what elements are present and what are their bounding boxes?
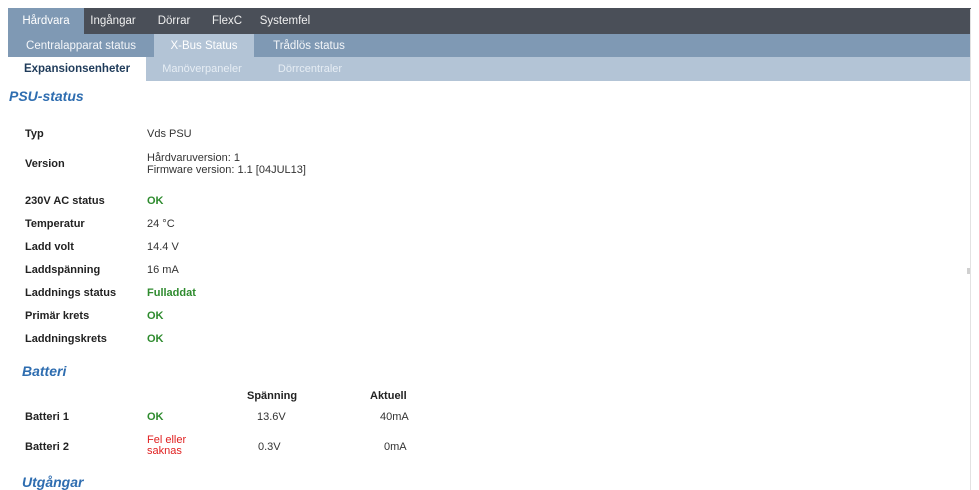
- batteri-1-aktuell: 40mA: [380, 411, 409, 423]
- panel-border: [970, 9, 971, 490]
- tab-dorrar[interactable]: Dörrar: [142, 8, 206, 34]
- second-tab-bar: Centralapparat status X-Bus Status Trådl…: [8, 34, 971, 57]
- laddningskrets-value: OK: [147, 333, 164, 345]
- laddspanning-label: Laddspänning: [25, 264, 101, 276]
- resize-handle[interactable]: [967, 268, 970, 274]
- aktuell-column-header: Aktuell: [370, 390, 407, 402]
- laddnings-status-value: Fulladdat: [147, 287, 196, 299]
- batteri-heading: Batteri: [22, 363, 67, 379]
- version-label: Version: [25, 158, 65, 170]
- batteri-2-status-line2: saknas: [147, 445, 182, 457]
- psu-status-heading: PSU-status: [9, 88, 84, 104]
- temperatur-value: 24 °C: [147, 218, 175, 230]
- batteri-2-label: Batteri 2: [25, 441, 70, 453]
- batteri-1-spanning: 13.6V: [257, 411, 286, 423]
- spanning-column-header: Spänning: [247, 390, 298, 402]
- tab-centralapparat-status[interactable]: Centralapparat status: [8, 34, 154, 57]
- typ-value: Vds PSU: [147, 128, 192, 140]
- tab-manoverpaneler[interactable]: Manöverpaneler: [146, 57, 258, 81]
- laddningskrets-label: Laddningskrets: [25, 333, 107, 345]
- third-tab-bar: Expansionsenheter Manöverpaneler Dörrcen…: [8, 57, 971, 81]
- laddspanning-value: 16 mA: [147, 264, 179, 276]
- laddnings-status-label: Laddnings status: [25, 287, 117, 299]
- batteri-2-spanning: 0.3V: [258, 441, 281, 453]
- main-panel: Hårdvara Ingångar Dörrar FlexC Systemfel…: [8, 8, 971, 490]
- ladd-volt-value: 14.4 V: [147, 241, 179, 253]
- tab-ingangar[interactable]: Ingångar: [84, 8, 142, 34]
- batteri-1-label: Batteri 1: [25, 411, 70, 423]
- batteri-1-status: OK: [147, 411, 164, 423]
- temperatur-label: Temperatur: [25, 218, 85, 230]
- top-tab-bar: Hårdvara Ingångar Dörrar FlexC Systemfel: [8, 8, 971, 34]
- tab-tradlos-status[interactable]: Trådlös status: [254, 34, 364, 57]
- tab-dorrcentraler[interactable]: Dörrcentraler: [258, 57, 362, 81]
- primar-krets-label: Primär krets: [25, 310, 90, 322]
- primar-krets-value: OK: [147, 310, 164, 322]
- ac-status-value: OK: [147, 195, 164, 207]
- tab-expansionsenheter[interactable]: Expansionsenheter: [8, 57, 146, 81]
- tab-systemfel[interactable]: Systemfel: [248, 8, 322, 34]
- tab-flexc[interactable]: FlexC: [206, 8, 248, 34]
- ladd-volt-label: Ladd volt: [25, 241, 74, 253]
- version-hardware-value: Hårdvaruversion: 1: [147, 152, 240, 164]
- batteri-2-aktuell: 0mA: [384, 441, 407, 453]
- tab-hardvara[interactable]: Hårdvara: [8, 8, 84, 34]
- version-firmware-value: Firmware version: 1.1 [04JUL13]: [147, 164, 306, 176]
- tab-xbus-status[interactable]: X-Bus Status: [154, 34, 254, 57]
- typ-label: Typ: [25, 128, 44, 140]
- ac-status-label: 230V AC status: [25, 195, 105, 207]
- utgangar-heading: Utgångar: [22, 474, 84, 490]
